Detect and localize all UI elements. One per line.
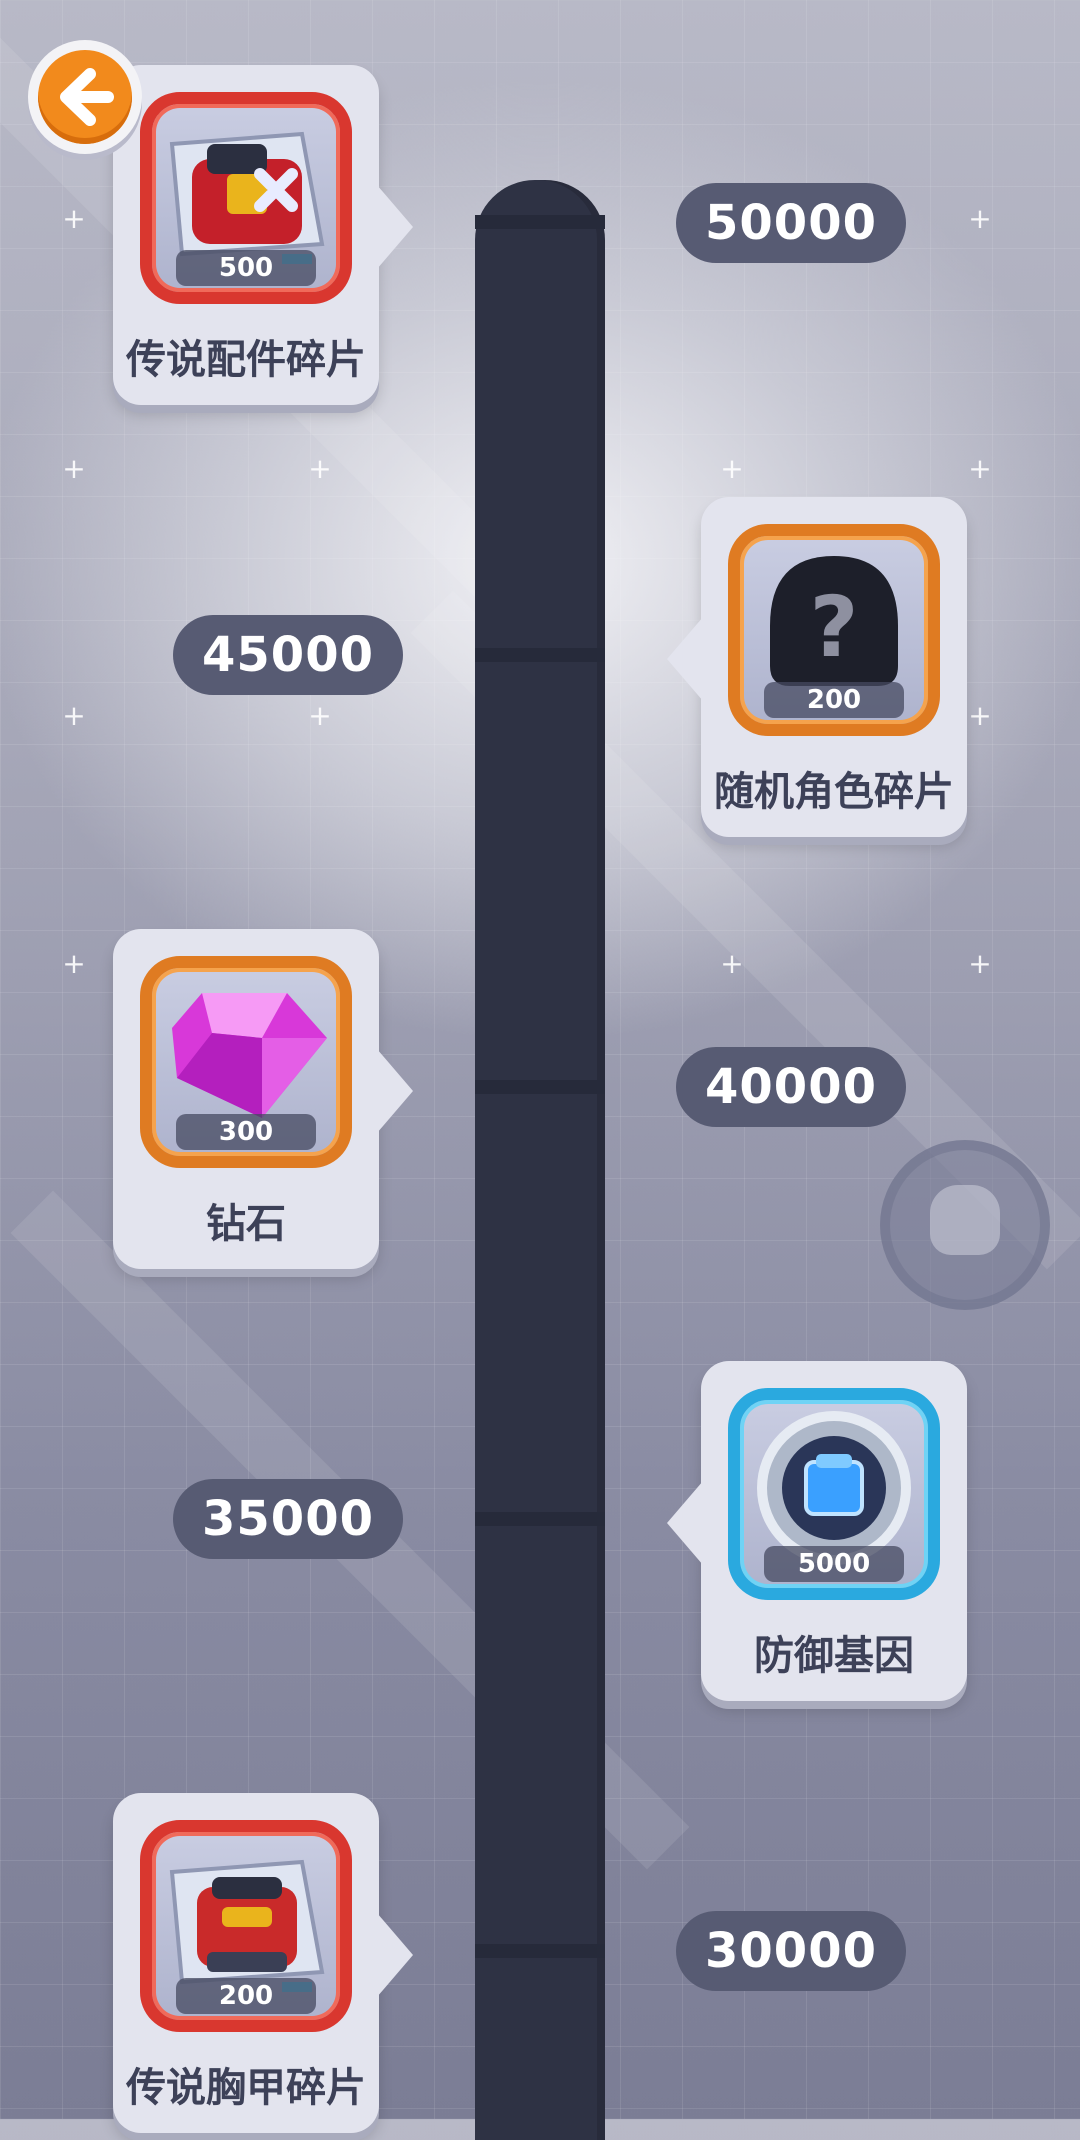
sparkle-icon: +: [308, 699, 332, 732]
reward-label: 防御基因: [754, 1633, 914, 1679]
skull-emblem-icon: [880, 1140, 1050, 1310]
progress-track: [475, 180, 605, 2140]
reward-frame: 300: [140, 956, 352, 1168]
reward-quantity: 200: [176, 1978, 316, 2014]
reward-quantity: 500: [176, 250, 316, 286]
sparkle-icon: +: [968, 202, 992, 235]
card-pointer: [377, 1913, 413, 1997]
back-button[interactable]: [28, 40, 142, 154]
score-pill: 45000: [173, 615, 403, 695]
sparkle-icon: +: [720, 947, 744, 980]
reward-frame: 5000: [728, 1388, 940, 1600]
sparkle-icon: +: [62, 202, 86, 235]
reward-card[interactable]: ? 200 随机角色碎片: [667, 497, 967, 837]
card-pointer: [667, 617, 703, 701]
score-pill: 30000: [676, 1911, 906, 1991]
card-pointer: [377, 185, 413, 269]
card-pointer: [377, 1049, 413, 1133]
reward-quantity: 200: [764, 682, 904, 718]
sparkle-icon: +: [62, 452, 86, 485]
sparkle-icon: +: [720, 452, 744, 485]
score-pill: 50000: [676, 183, 906, 263]
track-tick: [475, 1944, 605, 1958]
reward-frame: 500: [140, 92, 352, 304]
track-tick: [475, 1512, 605, 1526]
track-tick: [475, 1080, 605, 1094]
track-tick: [475, 648, 605, 662]
reward-label: 随机角色碎片: [714, 769, 954, 815]
reward-frame: ? 200: [728, 524, 940, 736]
reward-card[interactable]: 5000 防御基因: [667, 1361, 967, 1701]
score-pill: 40000: [676, 1047, 906, 1127]
sparkle-icon: +: [968, 699, 992, 732]
sparkle-icon: +: [968, 452, 992, 485]
reward-card[interactable]: 200 传说胸甲碎片: [113, 1793, 413, 2133]
arrow-left-icon: [60, 68, 114, 126]
reward-label: 传说胸甲碎片: [126, 2065, 366, 2111]
back-button-face: [38, 50, 132, 144]
sparkle-icon: +: [62, 699, 86, 732]
sparkle-icon: +: [968, 947, 992, 980]
svg-text:?: ?: [810, 578, 859, 676]
reward-quantity: 5000: [764, 1546, 904, 1582]
score-pill: 35000: [173, 1479, 403, 1559]
reward-card[interactable]: 300 钻石: [113, 929, 413, 1269]
reward-frame: 200: [140, 1820, 352, 2032]
sparkle-icon: +: [62, 947, 86, 980]
reward-card[interactable]: 500 传说配件碎片: [113, 65, 413, 405]
card-pointer: [667, 1481, 703, 1565]
reward-label: 钻石: [206, 1201, 286, 1247]
track-tick: [475, 215, 605, 229]
sparkle-icon: +: [308, 452, 332, 485]
reward-quantity: 300: [176, 1114, 316, 1150]
reward-label: 传说配件碎片: [126, 337, 366, 383]
